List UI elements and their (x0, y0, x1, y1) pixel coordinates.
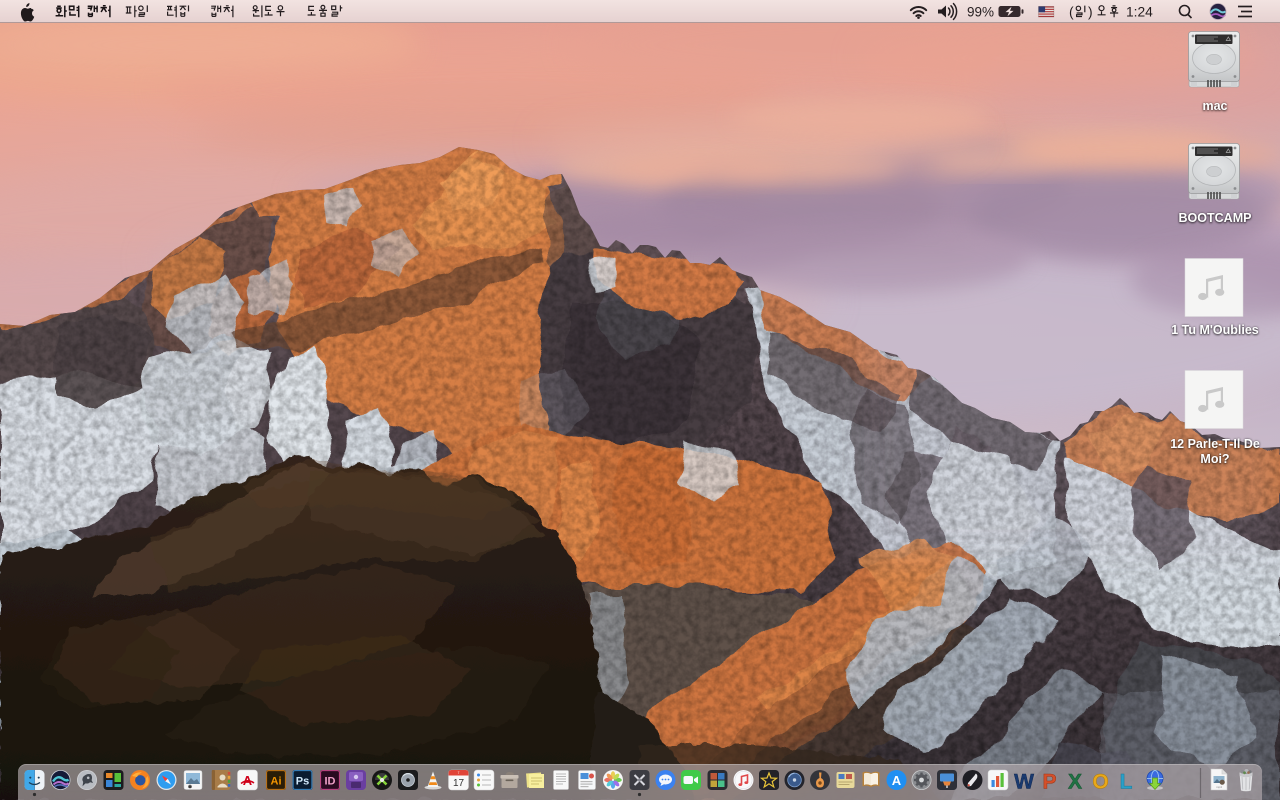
svg-text:Ps: Ps (296, 776, 309, 788)
svg-text:P: P (1042, 771, 1056, 794)
svg-text:L: L (1120, 771, 1133, 794)
svg-text:17: 17 (453, 778, 465, 789)
svg-text:X: X (1068, 771, 1082, 794)
svg-text:W: W (1014, 771, 1034, 794)
svg-text:mp4: mp4 (1216, 785, 1222, 789)
svg-text:ID: ID (325, 776, 336, 788)
svg-text:Ai: Ai (271, 776, 282, 788)
svg-text:(: ( (1069, 5, 1074, 20)
svg-text:99%: 99% (967, 4, 994, 19)
svg-text:O: O (1092, 771, 1108, 794)
svg-text:7: 7 (458, 771, 460, 775)
svg-text:1:24: 1:24 (1126, 5, 1153, 20)
svg-text:A: A (892, 773, 902, 788)
svg-text:): ) (1088, 5, 1093, 20)
